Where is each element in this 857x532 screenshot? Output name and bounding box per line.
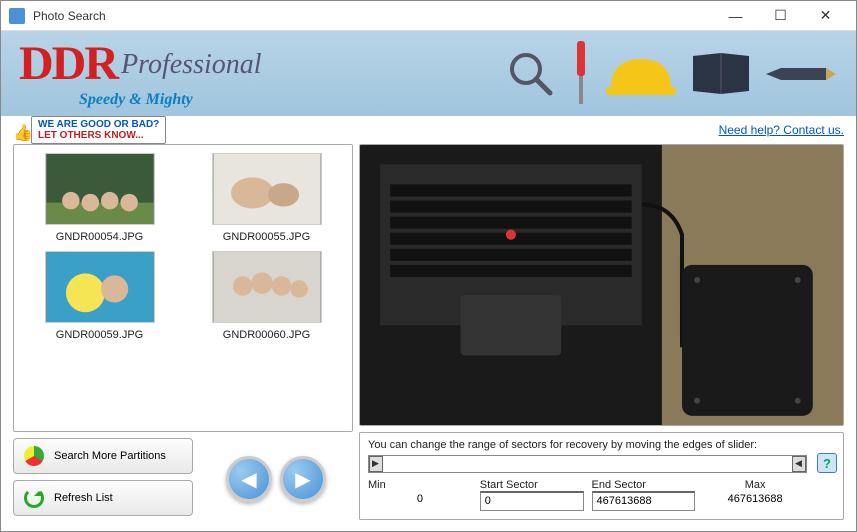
- left-panel: GNDR00054.JPG GNDR00055.JPG GNDR00059.JP…: [13, 144, 353, 520]
- help-contact-link[interactable]: Need help? Contact us.: [719, 123, 844, 137]
- sector-help-button[interactable]: ?: [817, 453, 837, 473]
- thumbnail-image: [45, 251, 155, 323]
- thumbnail-list: GNDR00054.JPG GNDR00055.JPG GNDR00059.JP…: [13, 144, 353, 432]
- sector-slider[interactable]: [368, 455, 807, 473]
- thumbnail-filename: GNDR00054.JPG: [22, 231, 177, 243]
- max-value: 467613688: [703, 491, 807, 511]
- refresh-list-label: Refresh List: [54, 492, 113, 504]
- brand-tagline: Speedy & Mighty: [79, 91, 193, 109]
- hardhat-icon: [606, 49, 676, 99]
- left-controls: Search More Partitions Refresh List ◀ ▶: [13, 438, 353, 520]
- thumbnail-item[interactable]: GNDR00059.JPG: [22, 251, 177, 341]
- screwdriver-icon: [571, 41, 591, 106]
- start-sector-input[interactable]: 0: [480, 491, 584, 511]
- minimize-button[interactable]: —: [713, 2, 758, 30]
- brand-logo-text: DDR: [19, 36, 117, 91]
- app-icon: [9, 8, 25, 24]
- window-controls: — ☐ ✕: [713, 2, 848, 30]
- pen-icon: [766, 64, 836, 84]
- slider-handle-right[interactable]: [792, 456, 806, 472]
- feedback-line2: LET OTHERS KNOW...: [38, 130, 159, 141]
- max-label: Max: [703, 479, 807, 491]
- end-sector-label: End Sector: [592, 479, 696, 491]
- right-panel: You can change the range of sectors for …: [359, 144, 844, 520]
- notebook-icon: [691, 51, 751, 96]
- thumbnail-filename: GNDR00055.JPG: [189, 231, 344, 243]
- window-title: Photo Search: [33, 9, 713, 23]
- thumbnail-filename: GNDR00060.JPG: [189, 329, 344, 341]
- magnifier-icon: [506, 49, 556, 99]
- close-button[interactable]: ✕: [803, 2, 848, 30]
- brand-product-text: Professional: [121, 49, 262, 81]
- sector-range-panel: You can change the range of sectors for …: [359, 432, 844, 520]
- min-label: Min: [368, 479, 472, 491]
- brand-banner: DDR Professional Speedy & Mighty: [1, 31, 856, 116]
- thumbnail-image: [45, 153, 155, 225]
- pie-chart-icon: [24, 446, 44, 466]
- next-button[interactable]: ▶: [280, 456, 326, 502]
- feedback-badge[interactable]: WE ARE GOOD OR BAD? LET OTHERS KNOW...: [31, 116, 166, 144]
- search-more-partitions-label: Search More Partitions: [54, 450, 166, 462]
- thumbnail-item[interactable]: GNDR00055.JPG: [189, 153, 344, 243]
- slider-handle-left[interactable]: [369, 456, 383, 472]
- thumbnail-item[interactable]: GNDR00054.JPG: [22, 153, 177, 243]
- end-sector-input[interactable]: 467613688: [592, 491, 696, 511]
- search-more-partitions-button[interactable]: Search More Partitions: [13, 438, 193, 474]
- titlebar: Photo Search — ☐ ✕: [1, 1, 856, 31]
- top-link-bar: 👍 WE ARE GOOD OR BAD? LET OTHERS KNOW...…: [1, 116, 856, 144]
- refresh-icon: [24, 488, 44, 508]
- maximize-button[interactable]: ☐: [758, 2, 803, 30]
- preview-image: [360, 145, 843, 425]
- banner-decoration: [506, 41, 836, 106]
- thumbnail-image: [212, 153, 322, 225]
- sector-instruction: You can change the range of sectors for …: [368, 439, 835, 451]
- thumbnail-item[interactable]: GNDR00060.JPG: [189, 251, 344, 341]
- nav-buttons: ◀ ▶: [199, 438, 353, 520]
- min-value: 0: [368, 491, 472, 511]
- refresh-list-button[interactable]: Refresh List: [13, 480, 193, 516]
- preview-pane: [359, 144, 844, 426]
- thumbs-up-icon: 👍: [13, 123, 27, 137]
- feedback-line1: WE ARE GOOD OR BAD?: [38, 119, 159, 130]
- main-content: GNDR00054.JPG GNDR00055.JPG GNDR00059.JP…: [1, 144, 856, 528]
- thumbnail-filename: GNDR00059.JPG: [22, 329, 177, 341]
- start-sector-label: Start Sector: [480, 479, 584, 491]
- thumbnail-image: [212, 251, 322, 323]
- previous-button[interactable]: ◀: [226, 456, 272, 502]
